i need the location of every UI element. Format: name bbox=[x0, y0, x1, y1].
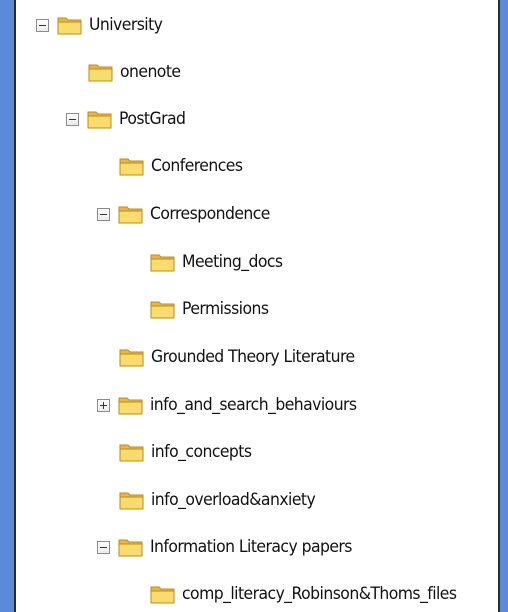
tree-node-permissions[interactable]: Permissions bbox=[150, 294, 276, 324]
tree-node-info-overload-anxiety[interactable]: info_overload&anxiety bbox=[119, 485, 329, 515]
tree-node-label: Correspondence bbox=[150, 204, 270, 224]
folder-tree: University onenote PostGrad Conferences … bbox=[16, 0, 498, 612]
tree-node-information-literacy-papers[interactable]: Information Literacy papers bbox=[97, 532, 369, 562]
tree-node-label: onenote bbox=[120, 62, 181, 82]
folder-icon bbox=[119, 444, 144, 462]
folder-icon bbox=[88, 64, 113, 82]
tree-node-label: Meeting_docs bbox=[182, 252, 283, 272]
tree-node-label: info_and_search_behaviours bbox=[150, 395, 357, 415]
tree-node-label: PostGrad bbox=[119, 109, 186, 129]
tree-node-label: Conferences bbox=[151, 156, 243, 176]
folder-icon bbox=[150, 254, 175, 272]
tree-node-onenote[interactable]: onenote bbox=[88, 57, 186, 87]
tree-node-label: Permissions bbox=[182, 299, 269, 319]
tree-node-comp-literacy-robinson-thoms-files[interactable]: comp_literacy_Robinson&Thoms_files bbox=[150, 579, 480, 609]
folder-icon bbox=[57, 17, 82, 35]
folder-icon bbox=[118, 539, 143, 557]
collapse-minus-icon[interactable] bbox=[36, 18, 49, 32]
tree-node-correspondence[interactable]: Correspondence bbox=[97, 199, 280, 229]
tree-node-label: Information Literacy papers bbox=[150, 537, 352, 557]
collapse-minus-icon[interactable] bbox=[97, 207, 110, 221]
tree-node-info-and-search-behaviours[interactable]: info_and_search_behaviours bbox=[97, 390, 374, 420]
folder-icon bbox=[118, 206, 143, 224]
folder-icon bbox=[150, 301, 175, 319]
collapse-minus-icon[interactable] bbox=[66, 112, 79, 126]
folder-icon bbox=[87, 111, 112, 129]
tree-node-label: comp_literacy_Robinson&Thoms_files bbox=[182, 584, 457, 604]
folder-icon bbox=[118, 397, 143, 415]
tree-node-label: University bbox=[89, 15, 163, 35]
tree-node-label: Grounded Theory Literature bbox=[151, 347, 355, 367]
folder-icon bbox=[150, 586, 175, 604]
expand-plus-icon[interactable] bbox=[97, 398, 110, 412]
tree-node-university[interactable]: University bbox=[36, 10, 169, 40]
collapse-minus-icon[interactable] bbox=[97, 540, 110, 554]
folder-icon bbox=[119, 492, 144, 510]
tree-node-meeting-docs[interactable]: Meeting_docs bbox=[150, 247, 291, 277]
folder-icon bbox=[119, 349, 144, 367]
tree-node-info-concepts[interactable]: info_concepts bbox=[119, 437, 260, 467]
tree-node-grounded-theory-literature[interactable]: Grounded Theory Literature bbox=[119, 342, 372, 372]
folder-icon bbox=[119, 158, 144, 176]
folder-tree-panel: University onenote PostGrad Conferences … bbox=[14, 0, 500, 612]
tree-node-label: info_concepts bbox=[151, 442, 252, 462]
tree-node-postgrad[interactable]: PostGrad bbox=[66, 104, 191, 134]
tree-node-label: info_overload&anxiety bbox=[151, 490, 316, 510]
tree-node-conferences[interactable]: Conferences bbox=[119, 151, 250, 181]
